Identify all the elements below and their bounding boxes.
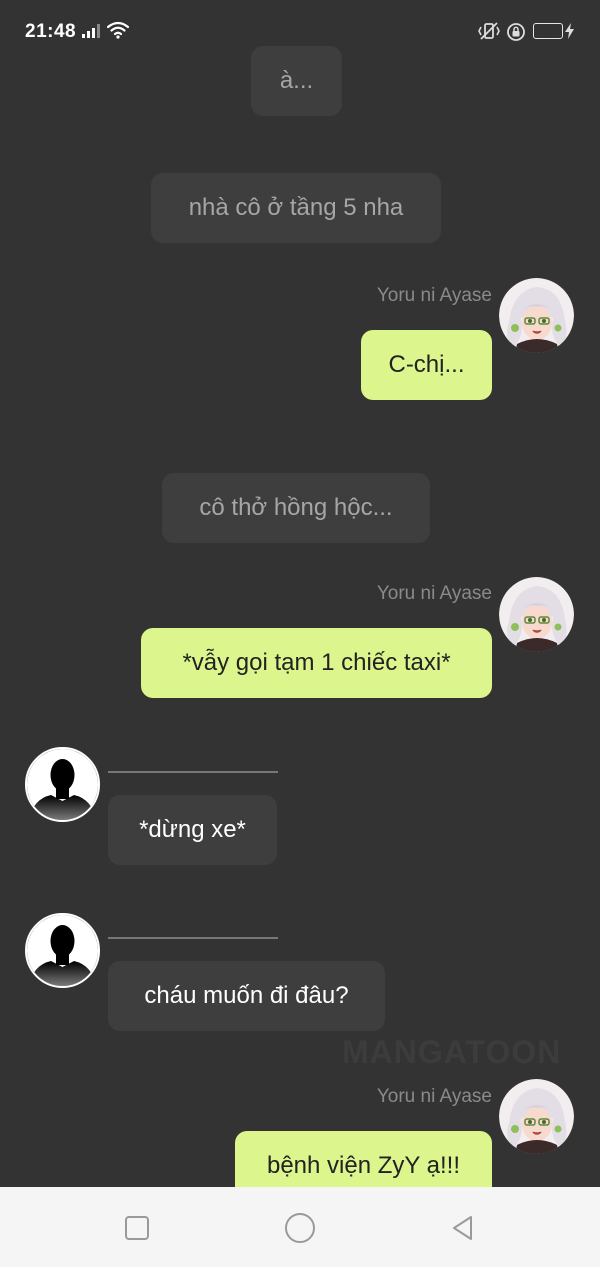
back-icon[interactable]	[446, 1211, 480, 1245]
narration-bubble: cô thở hồng hộc...	[162, 473, 430, 543]
narration-bubble: à...	[251, 46, 342, 116]
battery-icon: 76	[533, 23, 563, 39]
charging-icon	[565, 23, 574, 44]
cellular-signal-icon	[82, 24, 102, 43]
wifi-icon	[106, 21, 130, 44]
watermark: MANGATOON	[342, 1034, 562, 1070]
user-avatar[interactable]	[499, 278, 574, 353]
narration-bubble: nhà cô ở tầng 5 nha	[151, 173, 441, 243]
home-icon[interactable]	[283, 1211, 317, 1245]
sender-name: Yoru ni Ayase	[376, 1086, 492, 1107]
sender-name: Yoru ni Ayase	[376, 583, 492, 604]
name-placeholder-line	[108, 937, 278, 939]
my-message-bubble: C-chị...	[361, 330, 492, 400]
silhouette-avatar[interactable]	[25, 913, 100, 988]
user-avatar[interactable]	[499, 577, 574, 652]
battery-level: 76	[541, 23, 555, 37]
other-message-bubble: cháu muốn đi đâu?	[108, 961, 385, 1031]
status-time: 21:48	[25, 21, 77, 42]
my-message-bubble: *vẫy gọi tạm 1 chiếc taxi*	[141, 628, 492, 698]
sender-name: Yoru ni Ayase	[376, 285, 492, 306]
navigation-bar	[0, 1187, 600, 1267]
recent-apps-icon[interactable]	[120, 1211, 154, 1245]
rotation-lock-icon	[506, 22, 526, 47]
user-avatar[interactable]	[499, 1079, 574, 1154]
vibrate-icon	[478, 22, 500, 45]
other-message-bubble: *dừng xe*	[108, 795, 277, 865]
silhouette-avatar[interactable]	[25, 747, 100, 822]
name-placeholder-line	[108, 771, 278, 773]
